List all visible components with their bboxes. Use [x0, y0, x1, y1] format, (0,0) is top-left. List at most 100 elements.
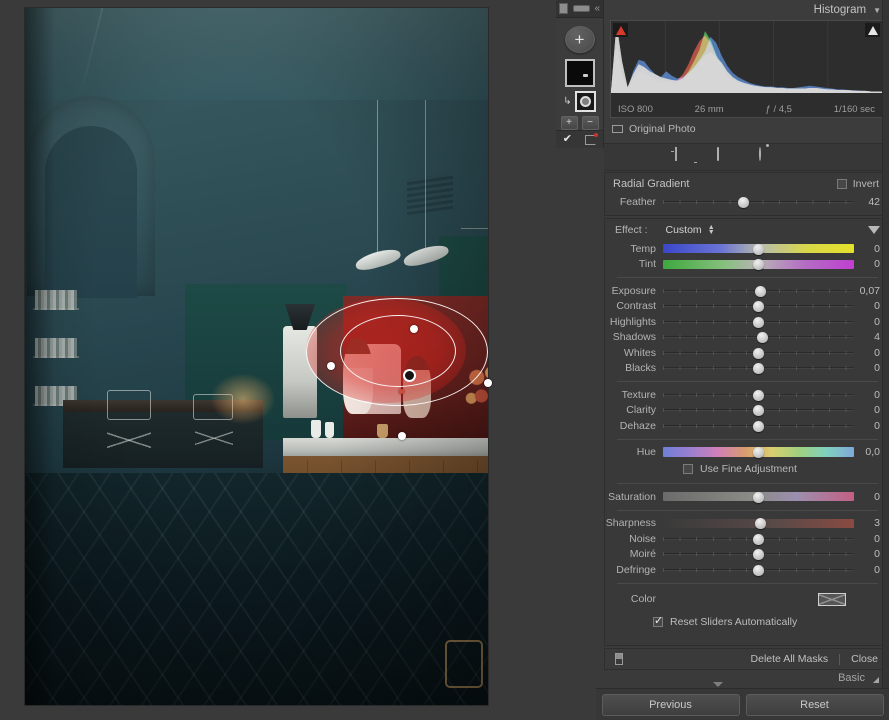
- contrast-thumb[interactable]: [753, 301, 764, 313]
- reset-button[interactable]: Reset: [745, 693, 884, 716]
- basic-panel-header[interactable]: Basic: [604, 672, 889, 688]
- hue-track[interactable]: [663, 445, 854, 459]
- whites-thumb[interactable]: [753, 347, 764, 359]
- delete-all-masks-button[interactable]: Delete All Masks: [751, 653, 829, 665]
- sharpness-slider-row[interactable]: Sharpness 3: [605, 516, 888, 532]
- photo-preview[interactable]: [25, 8, 488, 705]
- moire-track[interactable]: [663, 547, 854, 561]
- shadows-slider-row[interactable]: Shadows 4: [605, 330, 888, 346]
- histogram-graph-box[interactable]: ISO 800 26 mm ƒ / 4,5 1/160 sec: [610, 20, 883, 118]
- effect-preset-dropdown[interactable]: Custom ▲ ▼: [666, 224, 715, 236]
- histogram-collapse-icon[interactable]: ▼: [873, 6, 881, 15]
- radial-gradient-sub-mask[interactable]: [574, 91, 596, 112]
- invert-row[interactable]: Invert: [836, 178, 879, 190]
- mask-visibility-checkbox[interactable]: ✔: [563, 134, 572, 145]
- radial-handle-right[interactable]: [484, 379, 492, 387]
- invert-checkbox[interactable]: [836, 179, 847, 189]
- filmstrip-icon[interactable]: [572, 5, 590, 12]
- exposure-thumb[interactable]: [754, 285, 766, 297]
- healing-tool-icon[interactable]: [716, 147, 735, 166]
- noise-track[interactable]: [663, 532, 854, 546]
- temp-slider-row[interactable]: Temp 0: [605, 241, 888, 257]
- moire-thumb[interactable]: [753, 549, 764, 561]
- original-photo-row[interactable]: Original Photo: [612, 123, 881, 135]
- dehaze-track[interactable]: [663, 419, 854, 433]
- create-new-mask-button[interactable]: +: [564, 26, 595, 54]
- panel-toggle-icon[interactable]: [559, 3, 568, 14]
- close-mask-panel-button[interactable]: Close: [851, 653, 878, 665]
- basic-panel-collapse-icon[interactable]: [873, 677, 879, 683]
- radial-handle-feather[interactable]: [399, 389, 404, 394]
- whites-track[interactable]: [663, 346, 854, 360]
- use-fine-adjustment-checkbox[interactable]: [683, 464, 693, 474]
- defringe-slider-row[interactable]: Defringe 0: [605, 562, 888, 578]
- tint-slider-row[interactable]: Tint 0: [605, 257, 888, 273]
- saturation-slider-row[interactable]: Saturation 0: [605, 489, 888, 505]
- radial-handle-top[interactable]: [410, 325, 418, 333]
- image-canvas-area[interactable]: [0, 0, 556, 720]
- texture-thumb[interactable]: [753, 389, 764, 401]
- feather-thumb[interactable]: [737, 196, 749, 208]
- contrast-track[interactable]: [663, 299, 854, 313]
- color-swatch-button[interactable]: [818, 592, 846, 606]
- histogram-header[interactable]: Histogram ▼: [604, 0, 889, 20]
- shadow-clipping-indicator[interactable]: [613, 23, 628, 37]
- radial-handle-bottom[interactable]: [398, 432, 406, 440]
- exposure-track[interactable]: [663, 284, 854, 298]
- shadows-track[interactable]: [663, 330, 854, 344]
- tint-thumb[interactable]: [753, 259, 764, 271]
- contrast-slider-row[interactable]: Contrast 0: [605, 299, 888, 315]
- highlight-clipping-indicator[interactable]: [865, 23, 880, 37]
- radial-gradient-center-pin[interactable]: [403, 369, 416, 382]
- defringe-thumb[interactable]: [753, 564, 764, 576]
- reset-sliders-row[interactable]: Reset Sliders Automatically: [605, 606, 888, 628]
- temp-thumb[interactable]: [753, 243, 764, 255]
- effect-collapse-icon[interactable]: [868, 226, 880, 234]
- texture-track[interactable]: [663, 388, 854, 402]
- blacks-thumb[interactable]: [753, 363, 764, 375]
- hue-thumb[interactable]: [753, 447, 764, 459]
- feather-slider-row[interactable]: Feather 42: [605, 194, 888, 210]
- moire-slider-row[interactable]: Moiré 0: [605, 547, 888, 563]
- sharpness-thumb[interactable]: [754, 518, 766, 530]
- clarity-track[interactable]: [663, 403, 854, 417]
- right-scrollbar-edge[interactable]: [882, 0, 889, 688]
- noise-thumb[interactable]: [753, 533, 764, 545]
- whites-slider-row[interactable]: Whites 0: [605, 345, 888, 361]
- shadows-thumb[interactable]: [756, 332, 768, 344]
- blacks-track[interactable]: [663, 361, 854, 375]
- reset-sliders-checkbox[interactable]: [653, 615, 663, 627]
- highlights-track[interactable]: [663, 315, 854, 329]
- temp-track[interactable]: [663, 242, 854, 256]
- color-row[interactable]: Color: [605, 589, 888, 606]
- previous-button[interactable]: Previous: [601, 693, 740, 716]
- crop-tool-icon[interactable]: [674, 147, 693, 166]
- dehaze-slider-row[interactable]: Dehaze 0: [605, 418, 888, 434]
- highlights-slider-row[interactable]: Highlights 0: [605, 314, 888, 330]
- tint-track[interactable]: [663, 257, 854, 271]
- subtract-mask-button[interactable]: −: [581, 116, 599, 130]
- highlights-thumb[interactable]: [753, 316, 764, 328]
- hue-slider-row[interactable]: Hue 0,0: [605, 445, 888, 461]
- dehaze-thumb[interactable]: [753, 420, 764, 432]
- clarity-thumb[interactable]: [753, 405, 764, 417]
- saturation-track[interactable]: [663, 490, 854, 504]
- collapse-left-chevron[interactable]: «: [594, 3, 600, 14]
- texture-slider-row[interactable]: Texture 0: [605, 387, 888, 403]
- mask-options-icon[interactable]: [615, 653, 623, 665]
- panel-resize-grip[interactable]: [713, 682, 723, 687]
- saturation-thumb[interactable]: [753, 491, 764, 503]
- mask-overlay-toggle-icon[interactable]: [585, 132, 599, 145]
- radial-handle-left[interactable]: [327, 362, 335, 370]
- use-fine-adjustment-row[interactable]: Use Fine Adjustment: [605, 460, 888, 478]
- noise-slider-row[interactable]: Noise 0: [605, 531, 888, 547]
- masking-tool-icon[interactable]: [801, 148, 819, 166]
- feather-track[interactable]: [663, 195, 854, 209]
- exposure-slider-row[interactable]: Exposure 0,07: [605, 283, 888, 299]
- red-eye-tool-icon[interactable]: [758, 147, 777, 166]
- defringe-track[interactable]: [663, 563, 854, 577]
- sharpness-track[interactable]: [663, 516, 854, 530]
- blacks-slider-row[interactable]: Blacks 0: [605, 361, 888, 377]
- add-mask-button[interactable]: +: [560, 116, 578, 130]
- clarity-slider-row[interactable]: Clarity 0: [605, 403, 888, 419]
